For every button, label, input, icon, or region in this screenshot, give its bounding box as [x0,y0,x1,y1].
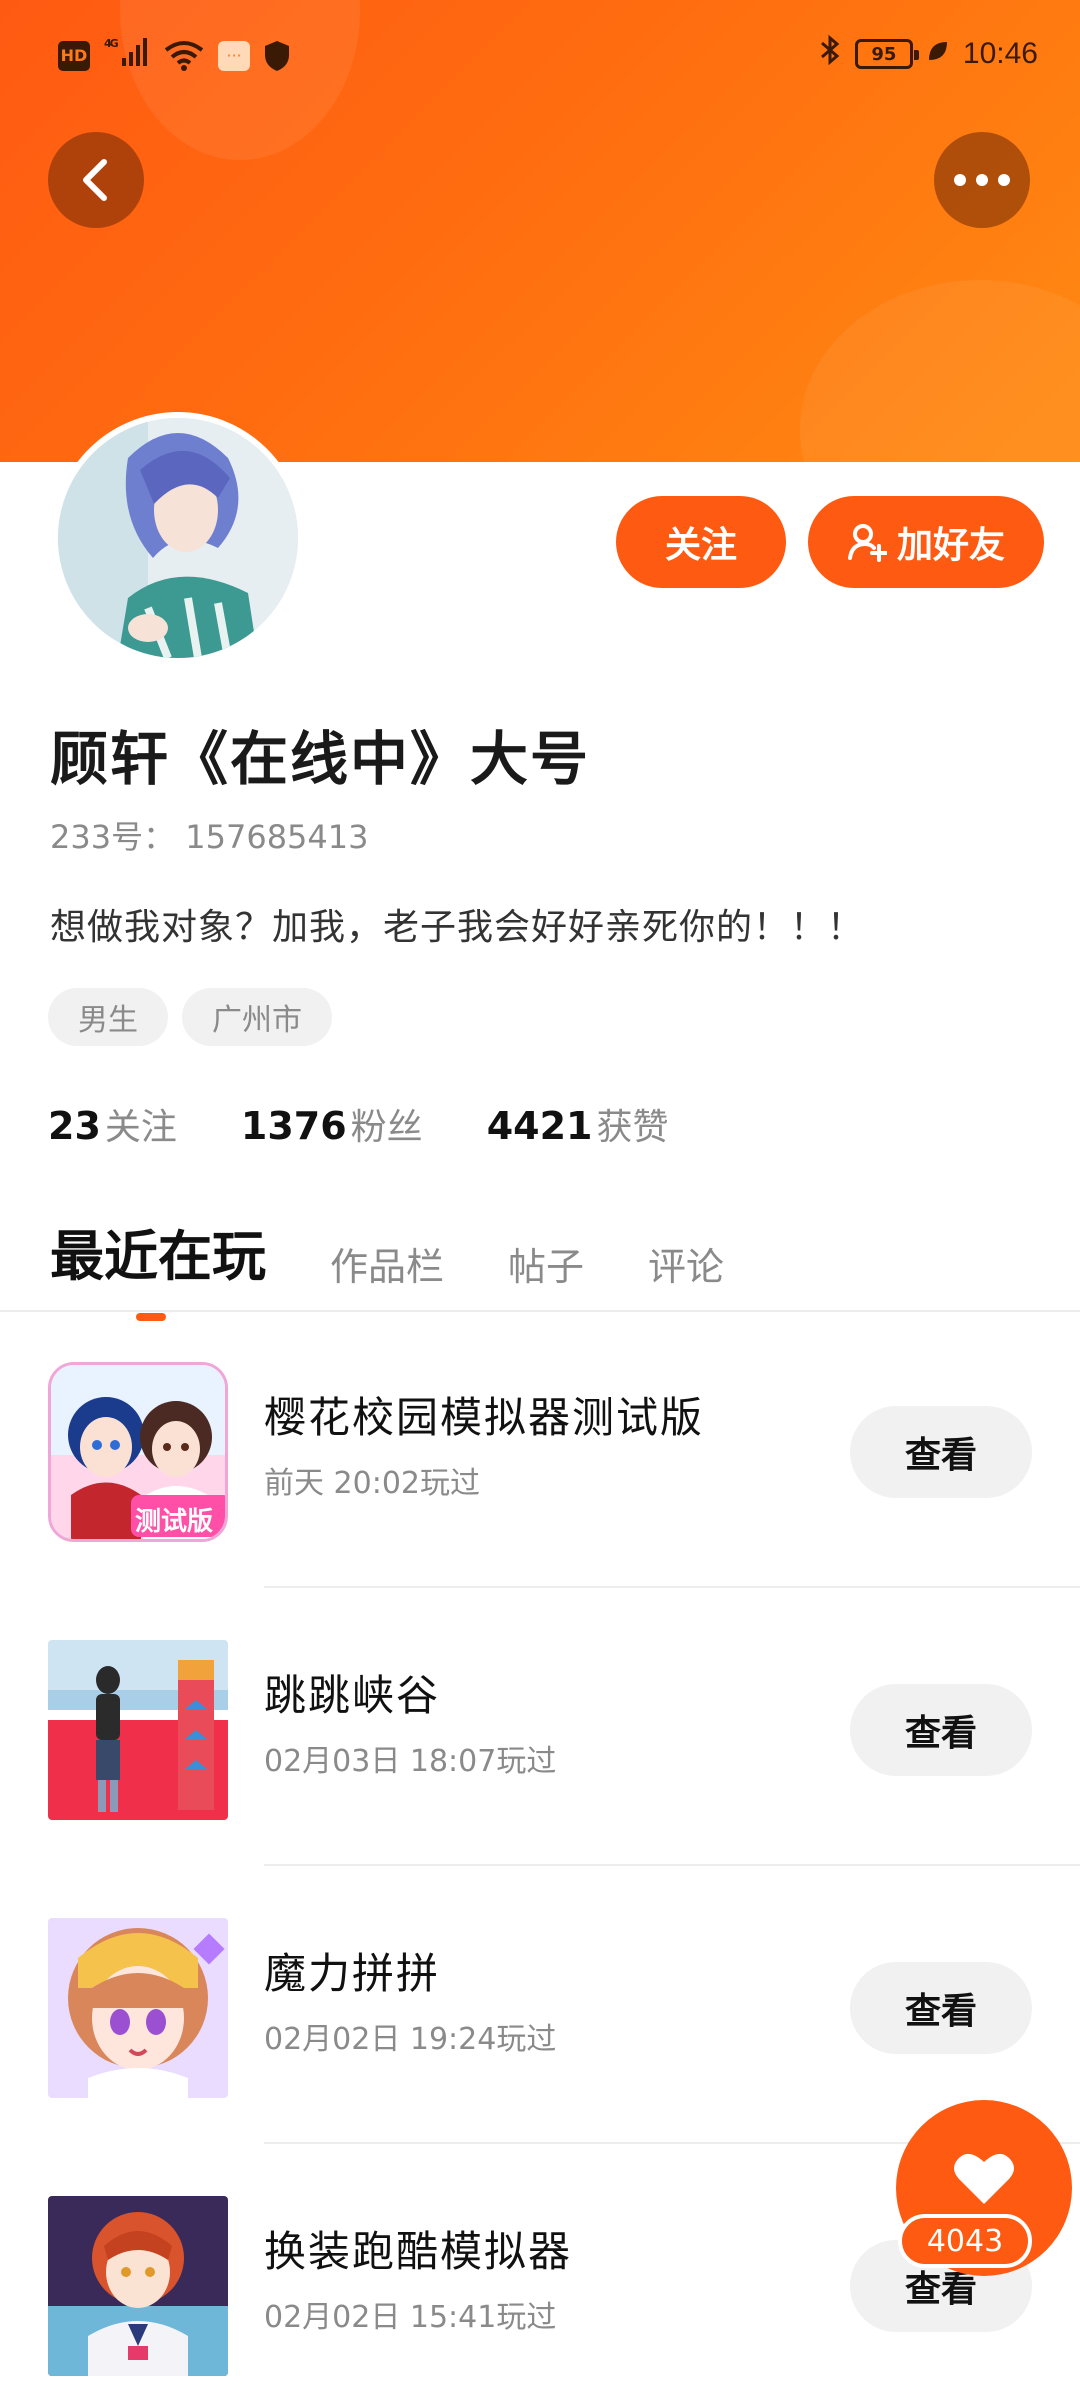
banner-decoration [800,280,1080,462]
game-played-time: 02月02日 19:24玩过 [264,2022,557,2057]
game-icon-magic-puzzle [48,1918,228,2098]
like-floating-button[interactable]: 4043 [894,2100,1074,2280]
hd-icon: HD [58,40,90,71]
profile-tags: 男生 广州市 [48,988,332,1046]
tab-recently-played[interactable]: 最近在玩 [50,1212,266,1321]
follow-button[interactable]: 关注 [616,496,786,588]
row-divider [264,1586,1080,1588]
game-icon-dressup-parkour [48,2196,228,2376]
game-title: 换装跑酷模拟器 [264,2227,573,2276]
battery-icon: 95 [854,39,919,69]
signal-icon: 4G [104,36,150,75]
view-game-button[interactable]: 查看 [850,1962,1032,2054]
message-notification-icon: ··· [218,40,250,71]
back-arrow-icon [83,159,107,201]
profile-id: 233号： 157685413 [50,818,369,856]
add-friend-label: 加好友 [896,525,1005,566]
tab-recently-played-label: 最近在玩 [50,1225,266,1288]
stat-followers-label: 粉丝 [350,1107,423,1148]
game-list-item[interactable]: 测试版 樱花校园模拟器测试版 前天 20:02玩过 查看 [0,1312,1080,1588]
view-game-button[interactable]: 查看 [850,1684,1032,1776]
game-list-item[interactable]: 跳跳峡谷 02月03日 18:07玩过 查看 [0,1590,1080,1866]
tag-location: 广州市 [182,988,332,1046]
stat-likes-label: 获赞 [596,1107,669,1148]
game-title: 樱花校园模拟器测试版 [264,1393,705,1442]
bluetooth-icon [819,34,841,74]
network-type: 4G [104,37,119,50]
tab-posts[interactable]: 帖子 [508,1236,584,1291]
game-played-time: 02月03日 18:07玩过 [264,1744,557,1779]
profile-stats: 23 关注 1376 粉丝 4421 获赞 [48,1098,668,1150]
profile-name: 顾轩《在线中》大号 [50,725,591,793]
tab-works[interactable]: 作品栏 [330,1236,444,1291]
shield-icon [264,40,290,72]
stat-followers[interactable]: 1376 粉丝 [241,1098,423,1150]
tag-gender: 男生 [48,988,168,1046]
avatar[interactable] [52,412,304,664]
add-user-icon [847,524,887,562]
game-icon-badge: 测试版 [135,1507,214,1537]
wifi-icon [164,40,204,72]
heart-icon [954,2153,1014,2204]
more-button[interactable] [934,132,1030,228]
game-title: 魔力拼拼 [264,1949,441,1998]
avatar-illustration [58,418,298,658]
game-played-time: 前天 20:02玩过 [264,1466,480,1501]
like-count-badge: 4043 [898,2214,1032,2268]
add-friend-button[interactable]: 加好友 [808,496,1044,588]
game-title: 跳跳峡谷 [264,1671,441,1720]
game-played-time: 02月02日 15:41玩过 [264,2300,557,2335]
profile-tabs: 最近在玩 作品栏 帖子 评论 [50,1212,724,1321]
stat-likes-count: 4421 [486,1104,593,1148]
game-icon-sakura-school: 测试版 [48,1362,228,1542]
back-button[interactable] [48,132,144,228]
view-game-button[interactable]: 查看 [850,1406,1032,1498]
stat-following-count: 23 [48,1104,101,1148]
row-divider [264,1864,1080,1866]
game-icon-jump-canyon [48,1640,228,1820]
status-bar: HD 4G ··· 95 10:46 [0,0,1080,110]
profile-bio: 想做我对象？加我，老子我会好好亲死你的！！！ [50,907,865,948]
status-time: 10:46 [962,37,1038,70]
tab-comments[interactable]: 评论 [648,1236,724,1291]
follow-label: 关注 [664,525,737,566]
stat-following[interactable]: 23 关注 [48,1098,177,1150]
more-dots-icon [954,174,1010,186]
leaf-icon [927,40,949,68]
stat-followers-count: 1376 [240,1104,347,1148]
stat-following-label: 关注 [104,1107,177,1148]
stat-likes[interactable]: 4421 获赞 [487,1098,669,1150]
